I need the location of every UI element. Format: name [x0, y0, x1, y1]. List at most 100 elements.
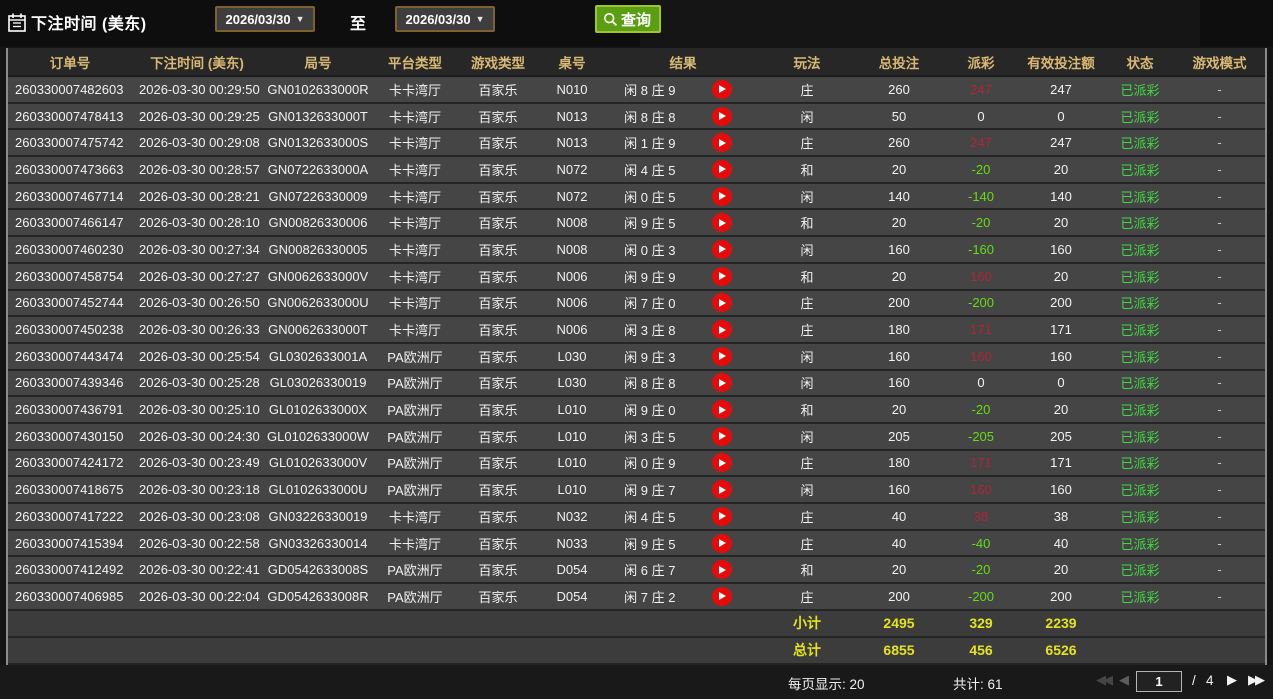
video-replay-icon[interactable]	[711, 266, 732, 286]
video-replay-icon[interactable]	[711, 106, 732, 126]
table-number-cell: N006	[556, 322, 588, 338]
table-row: 260330007424172 2026-03-30 00:23:49 GL0102…	[8, 450, 1265, 478]
status-badge: 已派彩	[1120, 483, 1160, 499]
video-replay-icon[interactable]	[711, 346, 732, 366]
game-type-cell: 百家乐	[478, 82, 518, 98]
table-number-cell: N006	[556, 295, 588, 311]
first-page-icon[interactable]: ◀◀	[1096, 672, 1113, 688]
game-mode-cell: -	[1217, 402, 1222, 418]
video-replay-icon[interactable]	[711, 480, 732, 500]
round-number-cell: GL0102633000W	[267, 428, 369, 444]
game-mode-cell: -	[1217, 241, 1222, 257]
play-type-cell: 闲	[800, 349, 814, 365]
bet-records-table: 订单号 下注时间 (美东) 局号 平台类型 游戏类型 桌号 结果 玩法 总投注 …	[6, 48, 1267, 667]
round-number-cell: GN0102633000R	[267, 81, 369, 97]
result-text: 闲 9 庄 7	[624, 483, 676, 499]
bet-time-cell: 2026-03-30 00:25:54	[139, 348, 260, 364]
status-badge: 已派彩	[1120, 376, 1160, 392]
valid-bet-cell: 247	[1050, 135, 1072, 151]
game-mode-cell: -	[1217, 322, 1222, 338]
col-header-valid-bet: 有效投注额	[1027, 55, 1095, 71]
result-cell: 闲 8 庄 8	[604, 371, 762, 396]
game-mode-cell: -	[1217, 455, 1222, 471]
game-mode-cell: -	[1217, 295, 1222, 311]
status-badge: 已派彩	[1120, 296, 1160, 312]
round-number-cell: GN00826330005	[268, 241, 368, 257]
search-button-label: 查询	[621, 11, 652, 29]
platform-cell: 卡卡湾厅	[388, 269, 441, 285]
status-badge: 已派彩	[1120, 242, 1160, 258]
video-replay-icon[interactable]	[711, 79, 732, 99]
table-row: 260330007460230 2026-03-30 00:27:34 GN0082…	[8, 237, 1265, 264]
result-cell: 闲 3 庄 8	[604, 317, 762, 342]
result-text: 闲 9 庄 9	[624, 269, 676, 285]
video-replay-icon[interactable]	[711, 560, 732, 580]
status-badge: 已派彩	[1120, 403, 1160, 419]
result-cell: 闲 9 庄 7	[604, 477, 762, 502]
play-type-cell: 闲	[800, 242, 814, 258]
round-number-cell: GN0722633000A	[267, 161, 369, 177]
total-bet-cell: 180	[888, 322, 910, 338]
payout-cell: -205	[967, 428, 995, 444]
col-header-game-mode: 游戏模式	[1192, 55, 1247, 71]
status-badge: 已派彩	[1120, 82, 1160, 98]
filter-toolbar: 下注时间 (美东) 2026/03/30 ▼ 至 2026/03/30 ▼ 查询	[0, 0, 1273, 47]
video-replay-icon[interactable]	[711, 133, 732, 153]
total-bet-cell: 40	[891, 535, 907, 551]
prev-page-icon[interactable]: ◀	[1119, 672, 1129, 688]
video-replay-icon[interactable]	[711, 373, 732, 393]
valid-bet-cell: 160	[1050, 348, 1072, 364]
table-number-cell: N013	[556, 108, 588, 124]
game-type-cell: 百家乐	[478, 323, 518, 339]
table-number-cell: L010	[557, 482, 587, 498]
date-from-select[interactable]: 2026/03/30 ▼	[215, 6, 315, 32]
result-cell: 闲 9 庄 5	[604, 531, 762, 556]
round-number-cell: GN03226330019	[268, 508, 368, 524]
date-to-value: 2026/03/30	[405, 11, 471, 27]
col-header-round-no: 局号	[304, 55, 332, 71]
game-type-cell: 百家乐	[478, 509, 518, 525]
order-number-cell: 260330007478413	[15, 108, 124, 124]
next-page-icon[interactable]: ▶	[1227, 672, 1237, 688]
table-number-cell: N006	[556, 268, 588, 284]
round-number-cell: GN0132633000T	[268, 108, 368, 124]
last-page-icon[interactable]: ▶▶	[1248, 672, 1265, 688]
video-replay-icon[interactable]	[711, 186, 732, 206]
status-badge: 已派彩	[1120, 136, 1160, 152]
total-bet-cell: 160	[888, 241, 910, 257]
round-number-cell: GL0102633000V	[268, 455, 368, 471]
video-replay-icon[interactable]	[711, 586, 732, 606]
video-replay-icon[interactable]	[711, 159, 732, 179]
result-text: 闲 7 庄 2	[624, 589, 676, 605]
total-bet-cell: 180	[888, 455, 910, 471]
order-number-cell: 260330007415394	[15, 535, 124, 551]
total-bet-cell: 20	[891, 161, 907, 177]
platform-cell: 卡卡湾厅	[388, 509, 441, 525]
video-replay-icon[interactable]	[711, 239, 732, 259]
order-number-cell: 260330007467714	[15, 188, 124, 204]
platform-cell: 卡卡湾厅	[388, 162, 441, 178]
page-separator: /	[1192, 673, 1196, 688]
video-replay-icon[interactable]	[711, 506, 732, 526]
video-replay-icon[interactable]	[711, 453, 732, 473]
video-replay-icon[interactable]	[711, 533, 732, 553]
subtotal-row: 小计 2495 329 2239	[8, 610, 1265, 638]
video-replay-icon[interactable]	[711, 400, 732, 420]
status-badge: 已派彩	[1120, 189, 1160, 205]
video-replay-icon[interactable]	[711, 293, 732, 313]
page-number-input[interactable]	[1136, 671, 1182, 692]
result-cell: 闲 9 庄 3	[604, 344, 762, 369]
order-number-cell: 260330007460230	[15, 241, 124, 257]
search-button[interactable]: 查询	[595, 5, 662, 33]
bet-time-cell: 2026-03-30 00:24:30	[139, 428, 260, 444]
play-type-cell: 和	[800, 216, 814, 232]
video-replay-icon[interactable]	[711, 320, 732, 340]
game-type-cell: 百家乐	[478, 536, 518, 552]
video-replay-icon[interactable]	[711, 426, 732, 446]
bet-time-cell: 2026-03-30 00:22:58	[139, 535, 260, 551]
result-cell: 闲 0 庄 9	[604, 451, 762, 476]
video-replay-icon[interactable]	[711, 213, 732, 233]
date-to-select[interactable]: 2026/03/30 ▼	[395, 6, 495, 32]
chevron-down-icon: ▼	[295, 14, 305, 24]
bet-time-cell: 2026-03-30 00:27:34	[139, 241, 260, 257]
